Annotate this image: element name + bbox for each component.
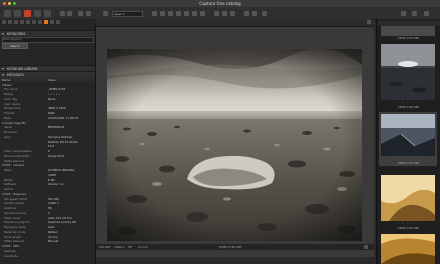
- thumbnail-5[interactable]: [381, 234, 435, 264]
- thumbnail-rating[interactable]: • • • • •: [376, 101, 440, 104]
- pan-icon[interactable]: [160, 11, 165, 16]
- undo-icon[interactable]: [60, 11, 65, 16]
- thumbnail-rating[interactable]: • • • • •: [376, 222, 440, 225]
- tab-color[interactable]: [20, 20, 24, 24]
- expand-icon: [2, 67, 4, 70]
- reset-icon[interactable]: [86, 11, 91, 16]
- viewer-info-bar: ISO 200 1/400 s f/8 12 mm _EM85-2767.ORF: [96, 244, 374, 250]
- thumbnail-caption: _EM85-2769.ORF: [396, 227, 420, 230]
- cursor-icon[interactable]: [152, 11, 157, 16]
- layers-icon[interactable]: [103, 11, 108, 16]
- tab-output[interactable]: [50, 20, 54, 24]
- tab-adjustments[interactable]: [38, 20, 42, 24]
- main-photo[interactable]: [107, 49, 362, 241]
- info-focal-length: 12 mm: [138, 245, 148, 249]
- tab-capture[interactable]: [8, 20, 12, 24]
- metadata-row: Longitude: [0, 253, 95, 258]
- erase-mask-icon[interactable]: [222, 11, 227, 16]
- expand-icon: [2, 32, 4, 35]
- keystone-icon[interactable]: [192, 11, 197, 16]
- color-picker-icon[interactable]: [364, 245, 368, 249]
- viewer-toolbar: [96, 19, 374, 27]
- tab-library[interactable]: [2, 20, 6, 24]
- picker-icon[interactable]: [244, 11, 249, 16]
- camera-icon[interactable]: [14, 10, 21, 17]
- search-button[interactable]: Search: [2, 43, 28, 49]
- autoadjust-icon[interactable]: [78, 11, 83, 16]
- thumbnail-caption: _EM85-2767.ORF: [396, 162, 420, 165]
- thumbnail-3[interactable]: [381, 114, 435, 156]
- thumbnail-caption: _EM85-2770.ORF: [396, 37, 420, 40]
- thumbnail-1[interactable]: [381, 26, 435, 36]
- brush-icon[interactable]: [34, 10, 41, 17]
- import-icon[interactable]: [4, 10, 11, 17]
- left-tools-panel: KEYWORDS Enter keyword Search KEYWORD LI…: [0, 25, 96, 264]
- metadata-header: Name Value: [0, 77, 95, 82]
- adjust-icon[interactable]: [24, 10, 31, 17]
- gradient-mask-icon[interactable]: [230, 11, 235, 16]
- section-keywords[interactable]: KEYWORDS: [0, 30, 95, 36]
- thumbnail-caption: _EM85-2768.ORF: [396, 106, 420, 109]
- info-aperture: f/8: [128, 245, 132, 249]
- expand-icon: [2, 73, 4, 76]
- tab-lens[interactable]: [14, 20, 18, 24]
- share-icon[interactable]: [44, 10, 51, 17]
- settings-icon[interactable]: [412, 11, 417, 16]
- layer-select[interactable]: Layer 1: [112, 11, 143, 17]
- tab-batch[interactable]: [56, 20, 60, 24]
- thumbnail-4[interactable]: [381, 175, 435, 221]
- tab-details[interactable]: [32, 20, 36, 24]
- rotate-icon[interactable]: [184, 11, 189, 16]
- tab-metadata[interactable]: [44, 20, 48, 24]
- help-icon[interactable]: [424, 11, 429, 16]
- thumbnail-rating[interactable]: • • • • •: [376, 157, 440, 160]
- thumbnail-2[interactable]: [381, 44, 435, 100]
- info-shutter: 1/400 s: [114, 245, 125, 249]
- spot-icon[interactable]: [200, 11, 205, 16]
- window-title: Capture One catalog: [199, 1, 241, 6]
- grid-icon[interactable]: [401, 11, 406, 16]
- redo-icon[interactable]: [67, 11, 72, 16]
- tab-exposure[interactable]: [26, 20, 30, 24]
- metadata-key: Longitude: [4, 253, 18, 258]
- info-iso: ISO 200: [99, 245, 111, 249]
- keyword-input[interactable]: Enter keyword: [2, 37, 94, 43]
- crop-icon[interactable]: [176, 11, 181, 16]
- zoom-icon[interactable]: [168, 11, 173, 16]
- annotate-icon[interactable]: [262, 11, 267, 16]
- viewer-options-icon[interactable]: [367, 20, 371, 24]
- eyedropper-icon[interactable]: [252, 11, 257, 16]
- info-filename: _EM85-2767.ORF: [218, 245, 242, 249]
- draw-mask-icon[interactable]: [214, 11, 219, 16]
